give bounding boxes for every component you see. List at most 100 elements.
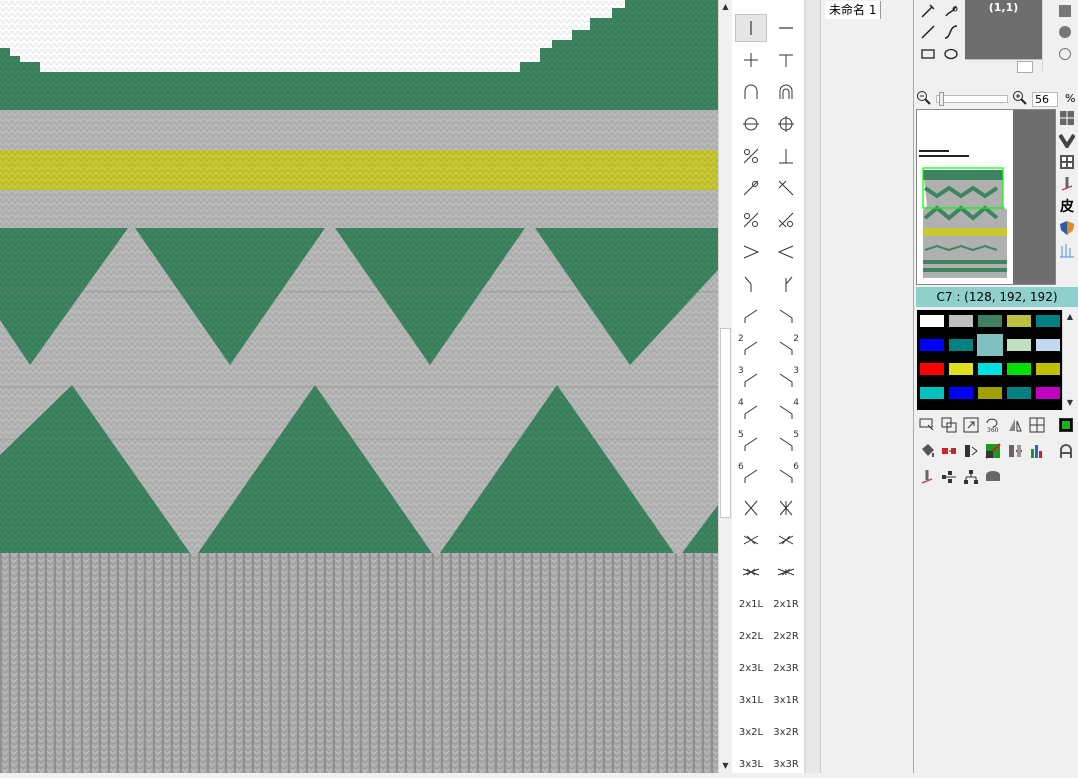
zoom-slider[interactable] [936, 92, 1008, 106]
stitch-3x2r[interactable]: 3x2R [770, 718, 802, 746]
color-swatch[interactable] [977, 386, 1003, 400]
grid-view-icon[interactable] [1057, 108, 1077, 128]
color-swatch[interactable] [1035, 386, 1061, 400]
stitch-transfer-left-icon[interactable] [735, 174, 767, 202]
stitch-cable-6-right-icon[interactable]: 6 [770, 462, 802, 490]
copy-tool-icon[interactable] [938, 414, 960, 436]
knit-design-canvas[interactable] [0, 0, 718, 773]
color-swatch[interactable] [977, 334, 1003, 356]
select-tool-icon[interactable] [916, 414, 938, 436]
stitch-cable-3-right-icon[interactable]: 3 [770, 366, 802, 394]
stitch-2x2l[interactable]: 2x2L [735, 622, 767, 650]
stitch-cross-right-icon[interactable] [770, 494, 802, 522]
filled-circle-icon[interactable] [1055, 22, 1075, 42]
shield-icon[interactable] [1057, 218, 1077, 238]
color-swatch[interactable] [919, 386, 945, 400]
color-swatch[interactable] [1035, 362, 1061, 376]
stitch-double-cross-right-icon[interactable] [770, 526, 802, 554]
stitch-tee-icon[interactable] [770, 46, 802, 74]
color-replace-icon[interactable] [982, 440, 1004, 462]
scroll-up-arrow[interactable]: ▲ [719, 0, 732, 14]
scroll-thumb[interactable] [720, 328, 731, 518]
arch-shape-icon[interactable] [1055, 440, 1077, 462]
stitch-2x1l[interactable]: 2x1L [735, 590, 767, 618]
color-swatch[interactable] [948, 338, 974, 352]
stitch-circle-icon[interactable] [735, 110, 767, 138]
stitch-cross-icon[interactable] [735, 46, 767, 74]
curve-tool-icon[interactable] [941, 22, 961, 42]
stitch-cable-5-right-icon[interactable]: 5 [770, 430, 802, 458]
stitch-transfer-right-icon[interactable] [770, 174, 802, 202]
canvas-scrollbar[interactable]: ▲ ▼ [718, 0, 732, 773]
stitch-arch-icon[interactable] [735, 78, 767, 106]
stitch-cable-6-left-icon[interactable]: 6 [735, 462, 767, 490]
stitch-3x1r[interactable]: 3x1R [770, 686, 802, 714]
color-palette-scrollbar[interactable]: ▲ ▼ [1062, 310, 1077, 410]
stitch-fork-left-icon[interactable] [735, 270, 767, 298]
ellipse-tool-icon[interactable] [941, 44, 961, 64]
column-tool-icon[interactable] [960, 440, 982, 462]
stitch-double-cross-left-icon[interactable] [735, 526, 767, 554]
stitch-triple-cross-left-icon[interactable] [735, 558, 767, 586]
navigator-preview[interactable] [916, 109, 1056, 285]
rotate-360-icon[interactable]: 360 [982, 414, 1004, 436]
stitch-2x3r[interactable]: 2x3R [770, 654, 802, 682]
color-swatch[interactable] [919, 338, 945, 352]
color-swatch[interactable] [977, 362, 1003, 376]
v-neck-icon[interactable] [1057, 130, 1077, 150]
stitch-cable-4-left-icon[interactable]: 4 [735, 398, 767, 426]
stitch-inverted-tee-icon[interactable] [770, 142, 802, 170]
stitch-tuck-left-icon[interactable] [735, 142, 767, 170]
stitch-triple-cross-right-icon[interactable] [770, 558, 802, 586]
stitch-cable-1-right-icon[interactable] [770, 302, 802, 330]
tree-tool-icon[interactable] [960, 466, 982, 488]
stitch-2x2r[interactable]: 2x2R [770, 622, 802, 650]
chart-tool-icon[interactable] [1026, 440, 1048, 462]
stitch-palette-scrollbar[interactable] [805, 0, 820, 773]
stitch-horizontal-icon[interactable] [770, 14, 802, 42]
stitch-2x3l[interactable]: 2x3L [735, 654, 767, 682]
paint-bucket-icon[interactable] [916, 440, 938, 462]
stitch-3x3l[interactable]: 3x3L [735, 750, 767, 778]
zoom-slider-thumb[interactable] [939, 92, 944, 106]
stitch-fork-right-icon[interactable] [770, 270, 802, 298]
stitch-3x1l[interactable]: 3x1L [735, 686, 767, 714]
mirror-tool-icon[interactable] [1004, 414, 1026, 436]
color-swap-icon[interactable] [938, 440, 960, 462]
stitch-split-left-icon[interactable] [735, 206, 767, 234]
needle-icon[interactable] [1057, 174, 1077, 194]
square-shape-icon[interactable] [1055, 1, 1075, 21]
color-swatch[interactable] [1006, 362, 1032, 376]
stitch-vertical-icon[interactable] [735, 14, 767, 42]
stitch-cable-3-left-icon[interactable]: 3 [735, 366, 767, 394]
stitch-cross-left-icon[interactable] [735, 494, 767, 522]
color-swatch[interactable] [919, 314, 945, 328]
preview-scrollbar[interactable] [1042, 0, 1053, 73]
document-tab[interactable]: 未命名 1 [825, 1, 882, 19]
stitch-greater-icon[interactable] [735, 238, 767, 266]
scroll-up-arrow[interactable]: ▲ [1063, 310, 1077, 324]
stitch-double-arch-icon[interactable] [770, 78, 802, 106]
needle-tool-icon[interactable] [916, 466, 938, 488]
stitch-less-icon[interactable] [770, 238, 802, 266]
color-swatch[interactable] [919, 362, 945, 376]
zoom-value[interactable]: 56 [1032, 92, 1058, 107]
pattern-grid-icon[interactable] [1057, 152, 1077, 172]
scroll-down-arrow[interactable]: ▼ [1063, 396, 1077, 410]
stitch-cable-2-right-icon[interactable]: 2 [770, 334, 802, 362]
hollow-circle-icon[interactable] [1055, 44, 1075, 64]
stitch-cable-2-left-icon[interactable]: 2 [735, 334, 767, 362]
stitch-3x3r[interactable]: 3x3R [770, 750, 802, 778]
color-swatch[interactable] [948, 362, 974, 376]
color-swatch[interactable] [1035, 314, 1061, 328]
color-swatch[interactable] [1006, 338, 1032, 352]
color-swatch[interactable] [977, 314, 1003, 328]
stitch-2x1r[interactable]: 2x1R [770, 590, 802, 618]
brush-icon[interactable] [918, 1, 938, 21]
bars-icon[interactable] [1057, 240, 1077, 260]
color-fill-icon[interactable] [1055, 414, 1077, 436]
node-tool-icon[interactable] [938, 466, 960, 488]
rectangle-tool-icon[interactable] [918, 44, 938, 64]
stitch-cable-4-right-icon[interactable]: 4 [770, 398, 802, 426]
zoom-out-icon[interactable] [915, 89, 933, 107]
